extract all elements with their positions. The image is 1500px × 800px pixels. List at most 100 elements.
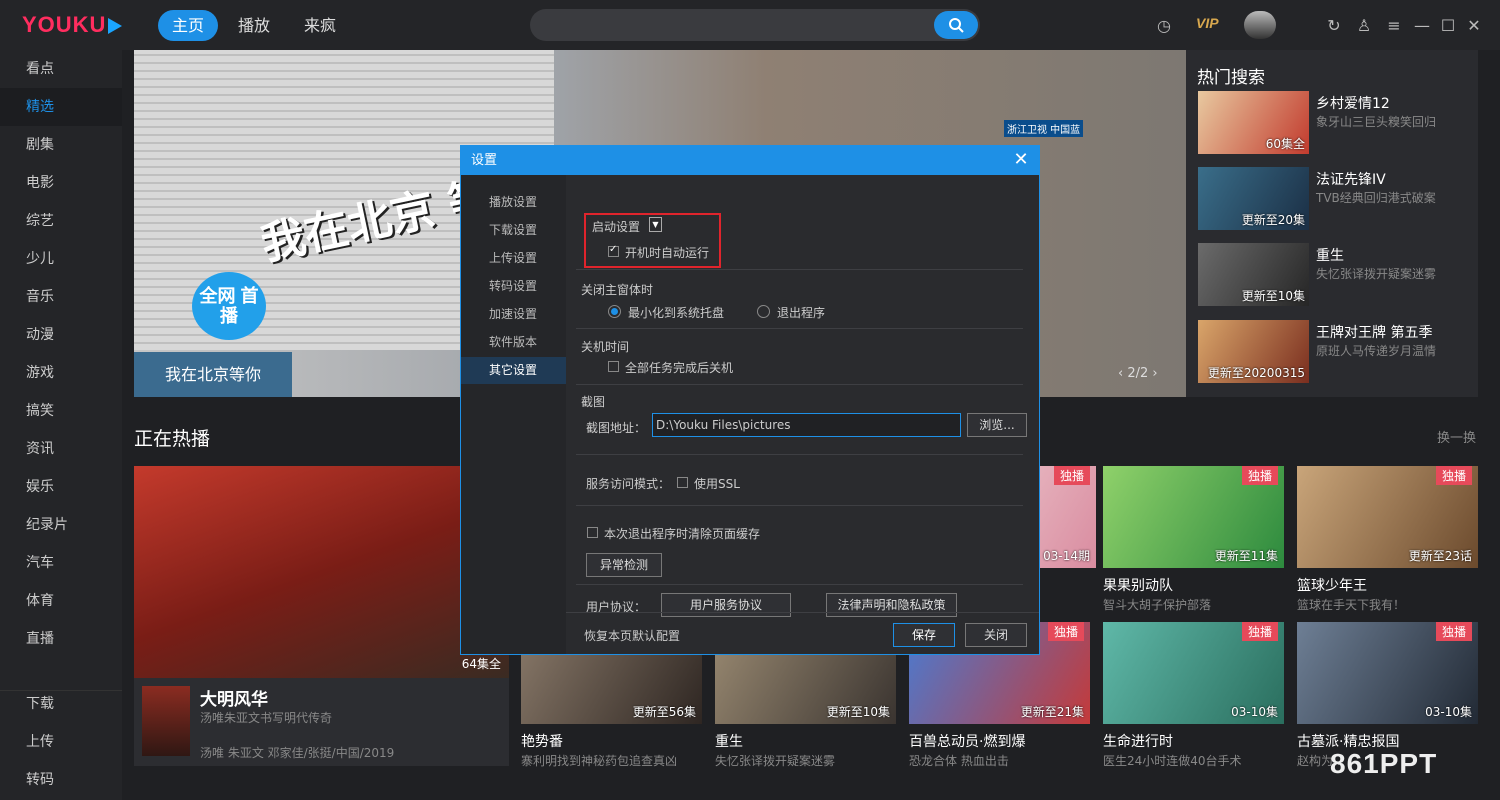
shutdown-checkbox[interactable] xyxy=(608,361,619,372)
sidebar-item-juji[interactable]: 剧集 xyxy=(0,126,122,164)
menu-icon[interactable]: ≡ xyxy=(1384,15,1404,35)
hot-search-title: 热门搜索 xyxy=(1197,68,1265,88)
exit-radio[interactable] xyxy=(757,305,770,318)
tab-laifeng[interactable]: 来疯 xyxy=(292,10,348,41)
premiere-badge: 全网 首播 xyxy=(192,272,266,340)
history-icon[interactable]: ◷ xyxy=(1154,15,1174,35)
ssl-checkbox[interactable] xyxy=(677,477,688,488)
sidebar-item-jingxuan[interactable]: 精选 xyxy=(0,88,122,126)
shutdown-option-label[interactable]: 全部任务完成后关机 xyxy=(625,359,733,376)
chevron-down-icon[interactable]: ▼ xyxy=(649,217,662,232)
episode-label: 03-14期 xyxy=(1043,549,1090,563)
refresh-icon[interactable]: ↻ xyxy=(1324,15,1344,35)
video-card[interactable]: 独播 更新至23话 篮球少年王 篮球在手天下我有！ xyxy=(1297,466,1478,616)
pager-count: 2/2 xyxy=(1127,366,1149,381)
dialog-nav-download[interactable]: 下载设置 xyxy=(461,217,566,244)
episode-label: 64集全 xyxy=(461,657,501,671)
video-card[interactable]: 独播 03-10集 生命进行时 医生24小时连做40台手术 xyxy=(1103,622,1284,772)
sidebar-item-upload[interactable]: 上传 xyxy=(0,723,122,761)
dialog-nav-upload[interactable]: 上传设置 xyxy=(461,245,566,272)
exclusive-badge: 独播 xyxy=(1435,622,1472,641)
hot-search-item[interactable]: 更新至10集 重生 失忆张译拨开疑案迷雾 xyxy=(1198,243,1468,307)
hot-name: 王牌对王牌 第五季 xyxy=(1316,325,1433,341)
screenshot-path-input[interactable]: D:\Youku Files\pictures xyxy=(652,413,961,437)
minimize-label[interactable]: 最小化到系统托盘 xyxy=(628,304,724,321)
tab-play[interactable]: 播放 xyxy=(226,10,282,41)
sidebar-item-yinyue[interactable]: 音乐 xyxy=(0,278,122,316)
card-image: 独播 更新至11集 xyxy=(1103,466,1284,568)
legal-privacy-button[interactable]: 法律声明和隐私政策 xyxy=(826,593,957,617)
episode-label: 更新至11集 xyxy=(1214,549,1278,563)
vip-label[interactable]: VIP xyxy=(1196,15,1219,31)
dialog-nav-version[interactable]: 软件版本 xyxy=(461,329,566,356)
minimize-icon[interactable]: — xyxy=(1412,15,1432,35)
swap-button[interactable]: 换一换 xyxy=(1437,427,1476,446)
exclusive-badge: 独播 xyxy=(1053,466,1090,485)
autorun-label[interactable]: 开机时自动运行 xyxy=(625,244,709,261)
episode-label: 更新至10集 xyxy=(826,705,890,719)
hot-search-item[interactable]: 更新至20集 法证先锋IV TVB经典回归港式破案 xyxy=(1198,167,1468,231)
sidebar-item-yule[interactable]: 娱乐 xyxy=(0,468,122,506)
video-card[interactable]: 独播 更新至11集 果果别动队 智斗大胡子保护部落 xyxy=(1103,466,1284,616)
avatar[interactable] xyxy=(1244,11,1276,39)
startup-label: 启动设置 xyxy=(592,220,641,234)
hot-name: 法证先锋IV xyxy=(1316,172,1386,188)
divider xyxy=(576,269,1023,270)
card-image: 独播 03-10集 xyxy=(1297,622,1478,724)
sidebar-item-qiche[interactable]: 汽车 xyxy=(0,544,122,582)
card-name: 篮球少年王 xyxy=(1297,578,1367,594)
sidebar-item-transcode[interactable]: 转码 xyxy=(0,761,122,799)
sidebar-item-download[interactable]: 下载 xyxy=(0,685,122,723)
save-button[interactable]: 保存 xyxy=(893,623,955,647)
feature-card[interactable]: 64集全 大明风华 汤唯朱亚文书写明代传奇 汤唯 朱亚文 邓家佳/张挺/中国/2… xyxy=(134,466,509,766)
exclusive-badge: 独播 xyxy=(1047,622,1084,641)
sidebar-item-zongyi[interactable]: 综艺 xyxy=(0,202,122,240)
skin-icon[interactable]: ♙ xyxy=(1354,15,1374,35)
sidebar-item-zixun[interactable]: 资讯 xyxy=(0,430,122,468)
prev-icon[interactable]: ‹ xyxy=(1118,366,1123,381)
sidebar-item-youxi[interactable]: 游戏 xyxy=(0,354,122,392)
divider xyxy=(576,584,1023,585)
exit-label[interactable]: 退出程序 xyxy=(777,304,825,321)
ssl-label[interactable]: 使用SSL xyxy=(694,475,740,492)
dialog-nav-play[interactable]: 播放设置 xyxy=(461,189,566,216)
shutdown-label: 关机时间 xyxy=(581,340,630,354)
sidebar-item-jilupian[interactable]: 纪录片 xyxy=(0,506,122,544)
search-input[interactable] xyxy=(530,9,980,41)
close-icon[interactable]: ✕ xyxy=(1464,15,1484,35)
episode-label: 更新至23话 xyxy=(1408,549,1472,563)
sidebar-item-shaoer[interactable]: 少儿 xyxy=(0,240,122,278)
sidebar-item-dongman[interactable]: 动漫 xyxy=(0,316,122,354)
sidebar-item-gaoxiao[interactable]: 搞笑 xyxy=(0,392,122,430)
clear-cache-label[interactable]: 本次退出程序时清除页面缓存 xyxy=(604,525,760,542)
sidebar-item-zhibo[interactable]: 直播 xyxy=(0,620,122,658)
clear-cache-checkbox[interactable] xyxy=(587,527,598,538)
banner-caption[interactable]: 我在北京等你 xyxy=(134,352,292,397)
youku-logo[interactable]: YOUKU xyxy=(22,12,123,38)
close-main-label: 关闭主窗体时 xyxy=(581,283,654,297)
banner-pager[interactable]: ‹ 2/2 › xyxy=(1118,366,1158,381)
dialog-nav-accelerate[interactable]: 加速设置 xyxy=(461,301,566,328)
cancel-button[interactable]: 关闭 xyxy=(965,623,1027,647)
hot-search-item[interactable]: 60集全 乡村爱情12 象牙山三巨头糗笑回归 xyxy=(1198,91,1468,155)
sidebar-item-kandian[interactable]: 看点 xyxy=(0,50,122,88)
card-desc: 篮球在手天下我有！ xyxy=(1297,598,1406,612)
dialog-nav-transcode[interactable]: 转码设置 xyxy=(461,273,566,300)
sidebar-item-dianying[interactable]: 电影 xyxy=(0,164,122,202)
dialog-nav-other[interactable]: 其它设置 xyxy=(461,357,566,384)
hot-desc: 原班人马传递岁月温情 xyxy=(1316,344,1437,358)
search-button[interactable] xyxy=(934,11,978,39)
sidebar-item-tiyu[interactable]: 体育 xyxy=(0,582,122,620)
service-agreement-button[interactable]: 用户服务协议 xyxy=(661,593,791,617)
restore-defaults-link[interactable]: 恢复本页默认配置 xyxy=(584,627,680,644)
browse-button[interactable]: 浏览... xyxy=(967,413,1027,437)
tab-home[interactable]: 主页 xyxy=(158,10,218,41)
dialog-close-icon[interactable]: ✕ xyxy=(1011,150,1031,170)
card-desc: 失忆张译拨开疑案迷雾 xyxy=(715,754,836,768)
autorun-checkbox[interactable] xyxy=(608,244,619,257)
next-icon[interactable]: › xyxy=(1152,366,1157,381)
anomaly-check-button[interactable]: 异常检测 xyxy=(586,553,662,577)
hot-search-item[interactable]: 更新至20200315 王牌对王牌 第五季 原班人马传递岁月温情 xyxy=(1198,320,1468,384)
minimize-radio[interactable] xyxy=(608,305,621,318)
maximize-icon[interactable]: ☐ xyxy=(1438,15,1458,35)
